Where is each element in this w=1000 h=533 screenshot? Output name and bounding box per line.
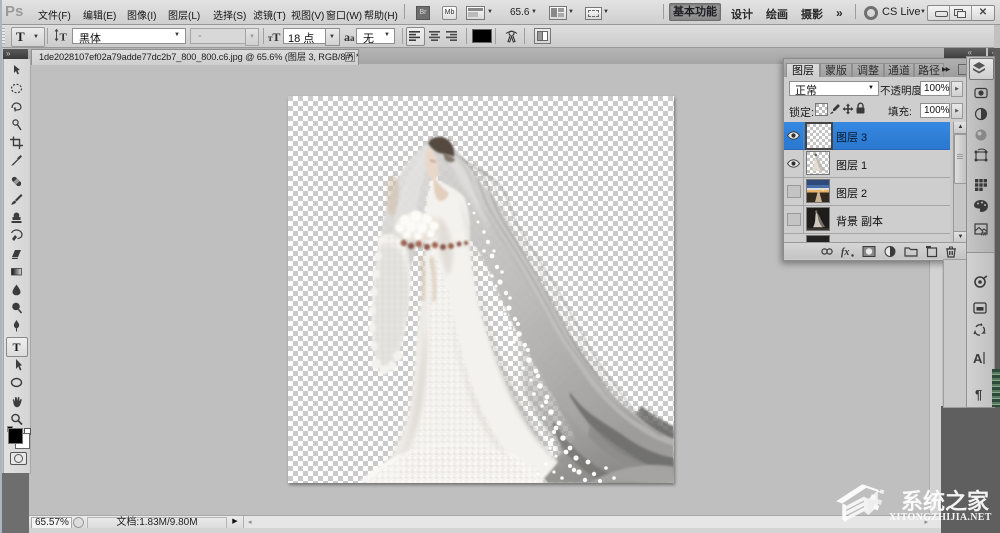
- svg-text:A: A: [973, 351, 983, 366]
- svg-text:T: T: [13, 340, 21, 353]
- svg-text:fx: fx: [841, 247, 849, 258]
- svg-text:fx: fx: [981, 232, 987, 238]
- svg-text:T: T: [60, 32, 68, 44]
- svg-text:¶: ¶: [975, 387, 982, 402]
